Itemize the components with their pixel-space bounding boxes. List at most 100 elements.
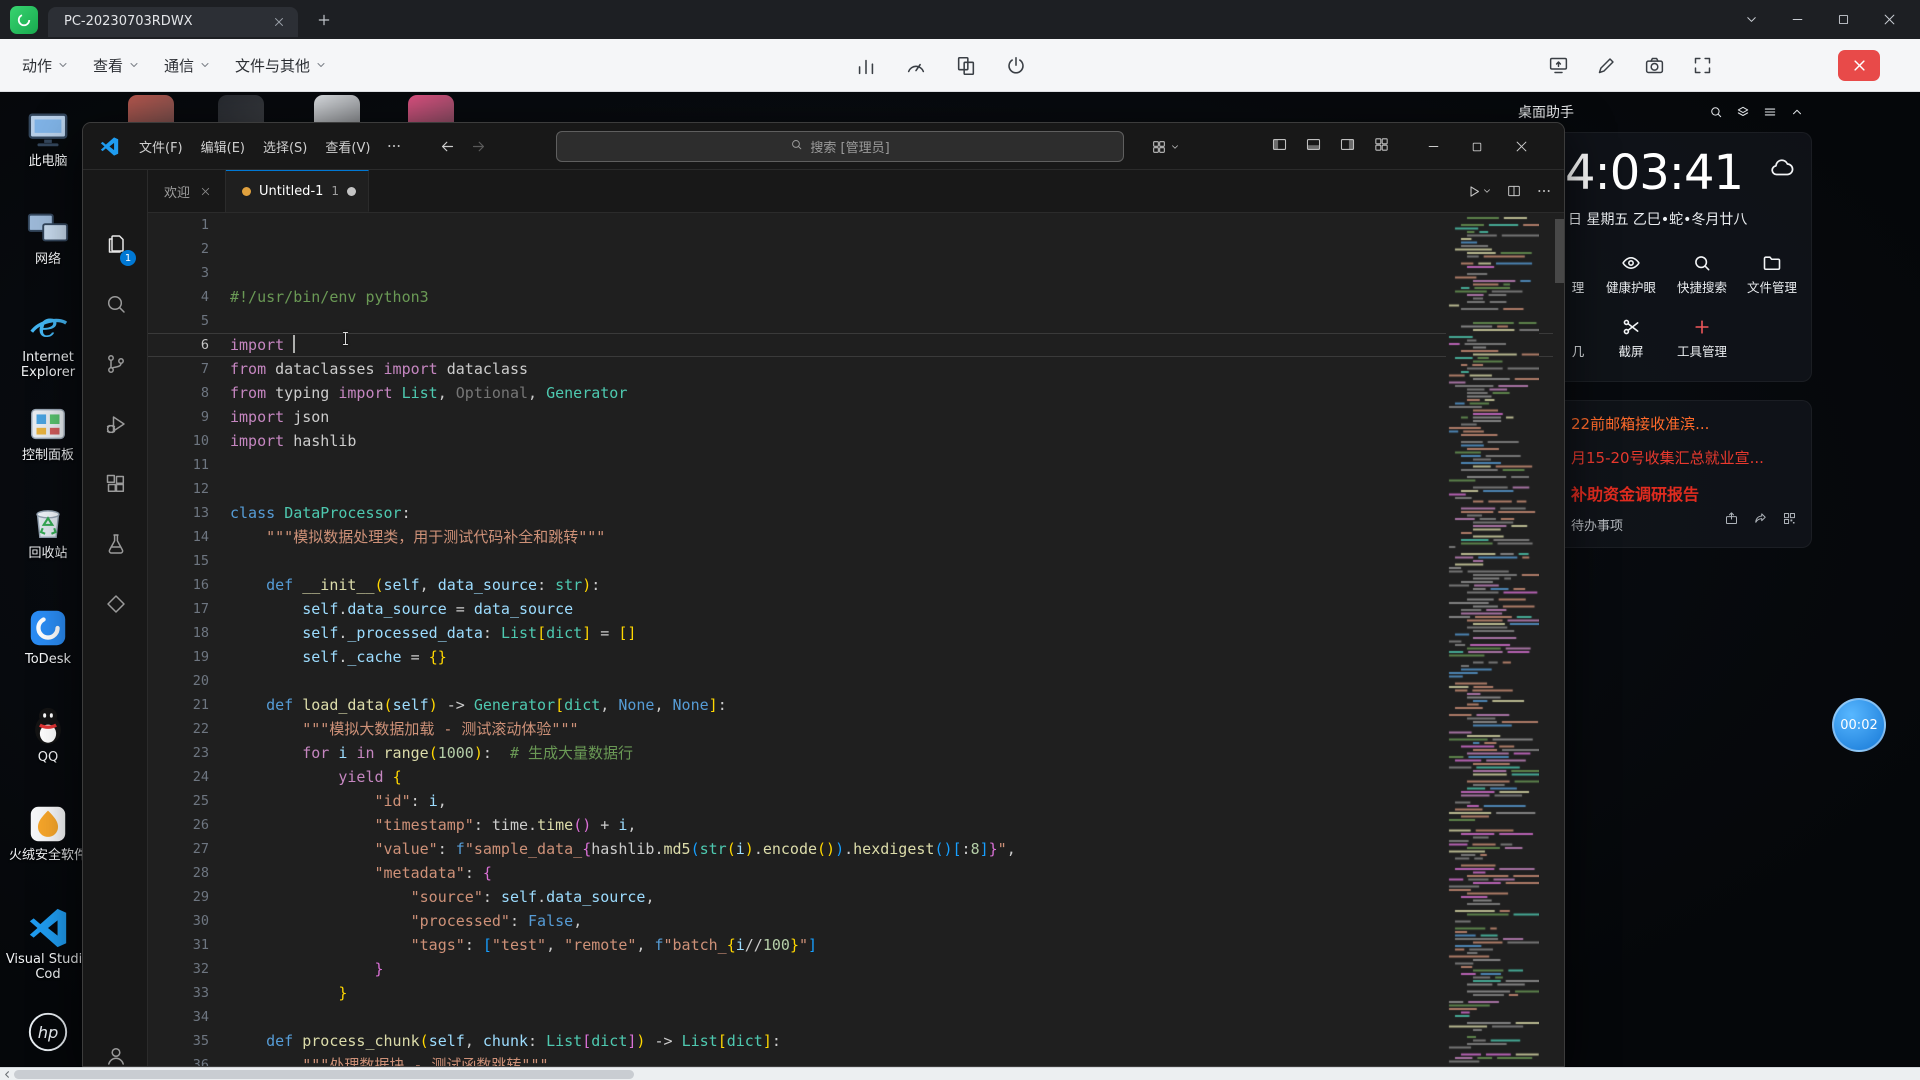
code-text: def __init__(self, data_source: str): [230, 573, 600, 597]
close-icon[interactable] [1866, 0, 1912, 39]
run-button[interactable] [1465, 183, 1492, 200]
code-line-17: 17 self.data_source = data_source [148, 597, 1553, 621]
code-line-36: 36 """处理数据块 - 测试函数跳转""" [148, 1053, 1553, 1067]
news-headline-1[interactable]: 月15-20号收集汇总就业宣... [1571, 447, 1764, 468]
minimap[interactable] [1446, 213, 1539, 1067]
more-actions-button[interactable] [1536, 183, 1552, 199]
desktop-icon-vscode[interactable]: Visual Studio Cod [2, 906, 94, 982]
code-text: #!/usr/bin/env python3 [230, 285, 429, 309]
line-number: 29 [148, 885, 230, 909]
code-line-35: 35 def process_chunk(self, chunk: List[d… [148, 1029, 1553, 1053]
tab-close-icon[interactable] [198, 184, 213, 199]
remote-menu-3[interactable]: 文件与其他 [223, 47, 339, 84]
maximize-icon[interactable] [1820, 0, 1866, 39]
desktop-icon-label: Visual Studio Cod [2, 952, 94, 982]
toggle-secondary-sidebar-icon[interactable] [1339, 136, 1356, 157]
editor-tab-1[interactable]: Untitled-11 [226, 170, 369, 212]
timer-bubble[interactable]: 00:02 [1832, 698, 1886, 752]
search-icon[interactable] [1709, 105, 1723, 119]
chevron-up-icon[interactable] [1790, 105, 1804, 119]
layout-grid-icon[interactable] [1151, 139, 1167, 155]
desktop-icon-qq[interactable]: QQ [2, 704, 94, 765]
vscode-close-button[interactable] [1499, 123, 1543, 170]
assistant-shortcut-健康护眼[interactable]: 健康护眼 [1598, 249, 1664, 296]
command-center-search[interactable]: 搜索 [管理员] [556, 131, 1124, 162]
more-menus-button[interactable] [379, 133, 409, 159]
vscode-menu-0[interactable]: 文件(F) [130, 132, 192, 161]
desktop-icon-recycle-bin[interactable]: 回收站 [2, 500, 94, 561]
editor-scrollbar-thumb[interactable] [1555, 219, 1564, 283]
assistant-shortcut-文件管理[interactable]: 文件管理 [1739, 249, 1805, 296]
remote-menu-0[interactable]: 动作 [10, 47, 81, 84]
vscode-title-bar[interactable]: 文件(F)编辑(E)选择(S)查看(V) 搜索 [管理员] [83, 123, 1564, 170]
disconnect-button[interactable] [1838, 50, 1880, 81]
activity-extensions-icon[interactable] [83, 460, 148, 508]
annotate-icon[interactable] [1596, 55, 1617, 76]
desktop-icon-control-panel[interactable]: 控制面板 [2, 402, 94, 463]
export-icon[interactable] [1724, 511, 1739, 526]
collapse-icon[interactable] [1740, 55, 1761, 76]
new-tab-button[interactable] [312, 8, 336, 32]
activity-debug-icon[interactable] [83, 400, 148, 448]
editor-tab-0[interactable]: 欢迎 [148, 170, 226, 212]
horizontal-scrollbar[interactable] [0, 1067, 1920, 1080]
line-number: 16 [148, 573, 230, 597]
layers-icon[interactable] [1736, 105, 1750, 119]
news-headline-0[interactable]: 22前邮箱接收准滨... [1571, 413, 1709, 434]
toggle-panel-icon[interactable] [1305, 136, 1322, 157]
minimize-icon[interactable] [1774, 0, 1820, 39]
file-transfer-icon[interactable] [955, 55, 977, 77]
desktop-icon-network[interactable]: 网络 [2, 206, 94, 267]
camera-icon[interactable] [1644, 55, 1665, 76]
line-number: 9 [148, 405, 230, 429]
stats-icon[interactable] [855, 55, 877, 77]
menu-icon[interactable] [1763, 105, 1777, 119]
forward-button[interactable] [470, 138, 487, 155]
horizontal-scrollbar-thumb[interactable] [14, 1070, 634, 1079]
vscode-menu-2[interactable]: 选择(S) [254, 132, 316, 161]
screen-share-icon[interactable] [1548, 55, 1569, 76]
news-headline-2[interactable]: 补助资金调研报告 [1571, 481, 1699, 505]
editor-scrollbar[interactable] [1553, 213, 1565, 1067]
activity-source-control-icon[interactable] [83, 340, 148, 388]
back-button[interactable] [439, 138, 456, 155]
assistant-shortcut-截屏[interactable]: 截屏 [1598, 313, 1664, 360]
dashboard-icon[interactable] [905, 55, 927, 77]
desktop-icon-ie[interactable]: eInternet Explorer [2, 304, 94, 380]
vscode-minimize-button[interactable] [1411, 123, 1455, 170]
desktop-icon-todesk[interactable]: ToDesk [2, 606, 94, 667]
scroll-left-arrow[interactable] [0, 1068, 14, 1080]
qrcode-icon[interactable] [1782, 511, 1797, 526]
power-icon[interactable] [1005, 55, 1027, 77]
assistant-shortcut-工具管理[interactable]: 工具管理 [1669, 313, 1735, 360]
remote-menu-2[interactable]: 通信 [152, 47, 223, 84]
customize-layout-icon[interactable] [1373, 136, 1390, 157]
desktop-icon-this-pc[interactable]: 此电脑 [2, 108, 94, 169]
remote-session-tab[interactable]: PC-20230703RDWX [48, 7, 298, 37]
assistant-shortcut-快捷搜索[interactable]: 快捷搜索 [1669, 249, 1735, 296]
toggle-sidebar-icon[interactable] [1271, 136, 1288, 157]
vscode-maximize-button[interactable] [1455, 123, 1499, 170]
activity-files-icon[interactable]: 1 [83, 220, 148, 268]
code-editor[interactable]: 1234#!/usr/bin/env python356import 7from… [148, 213, 1553, 1067]
this-pc-icon [26, 108, 70, 152]
activity-testing-icon[interactable] [83, 520, 148, 568]
share-icon[interactable] [1753, 511, 1768, 526]
line-number: 14 [148, 525, 230, 549]
desktop-icon-huorong[interactable]: 火绒安全软件 [2, 802, 94, 863]
tab-close-icon[interactable] [270, 13, 288, 31]
activity-remote-icon[interactable] [83, 580, 148, 628]
assistant-shortcut-label: 文件管理 [1739, 277, 1805, 296]
split-editor-button[interactable] [1506, 183, 1522, 199]
chevron-down-icon[interactable] [1728, 0, 1774, 39]
activity-search-icon[interactable] [83, 280, 148, 328]
activity-account-icon[interactable] [83, 1032, 148, 1067]
desktop-icon-hp[interactable]: hp [2, 1010, 94, 1056]
desktop-icon-label: 控制面板 [2, 448, 94, 463]
code-text: "source": self.data_source, [230, 885, 654, 909]
line-number: 22 [148, 717, 230, 741]
remote-menu-1[interactable]: 查看 [81, 47, 152, 84]
vscode-menu-1[interactable]: 编辑(E) [192, 132, 254, 161]
fullscreen-icon[interactable] [1692, 55, 1713, 76]
vscode-menu-3[interactable]: 查看(V) [316, 132, 379, 161]
